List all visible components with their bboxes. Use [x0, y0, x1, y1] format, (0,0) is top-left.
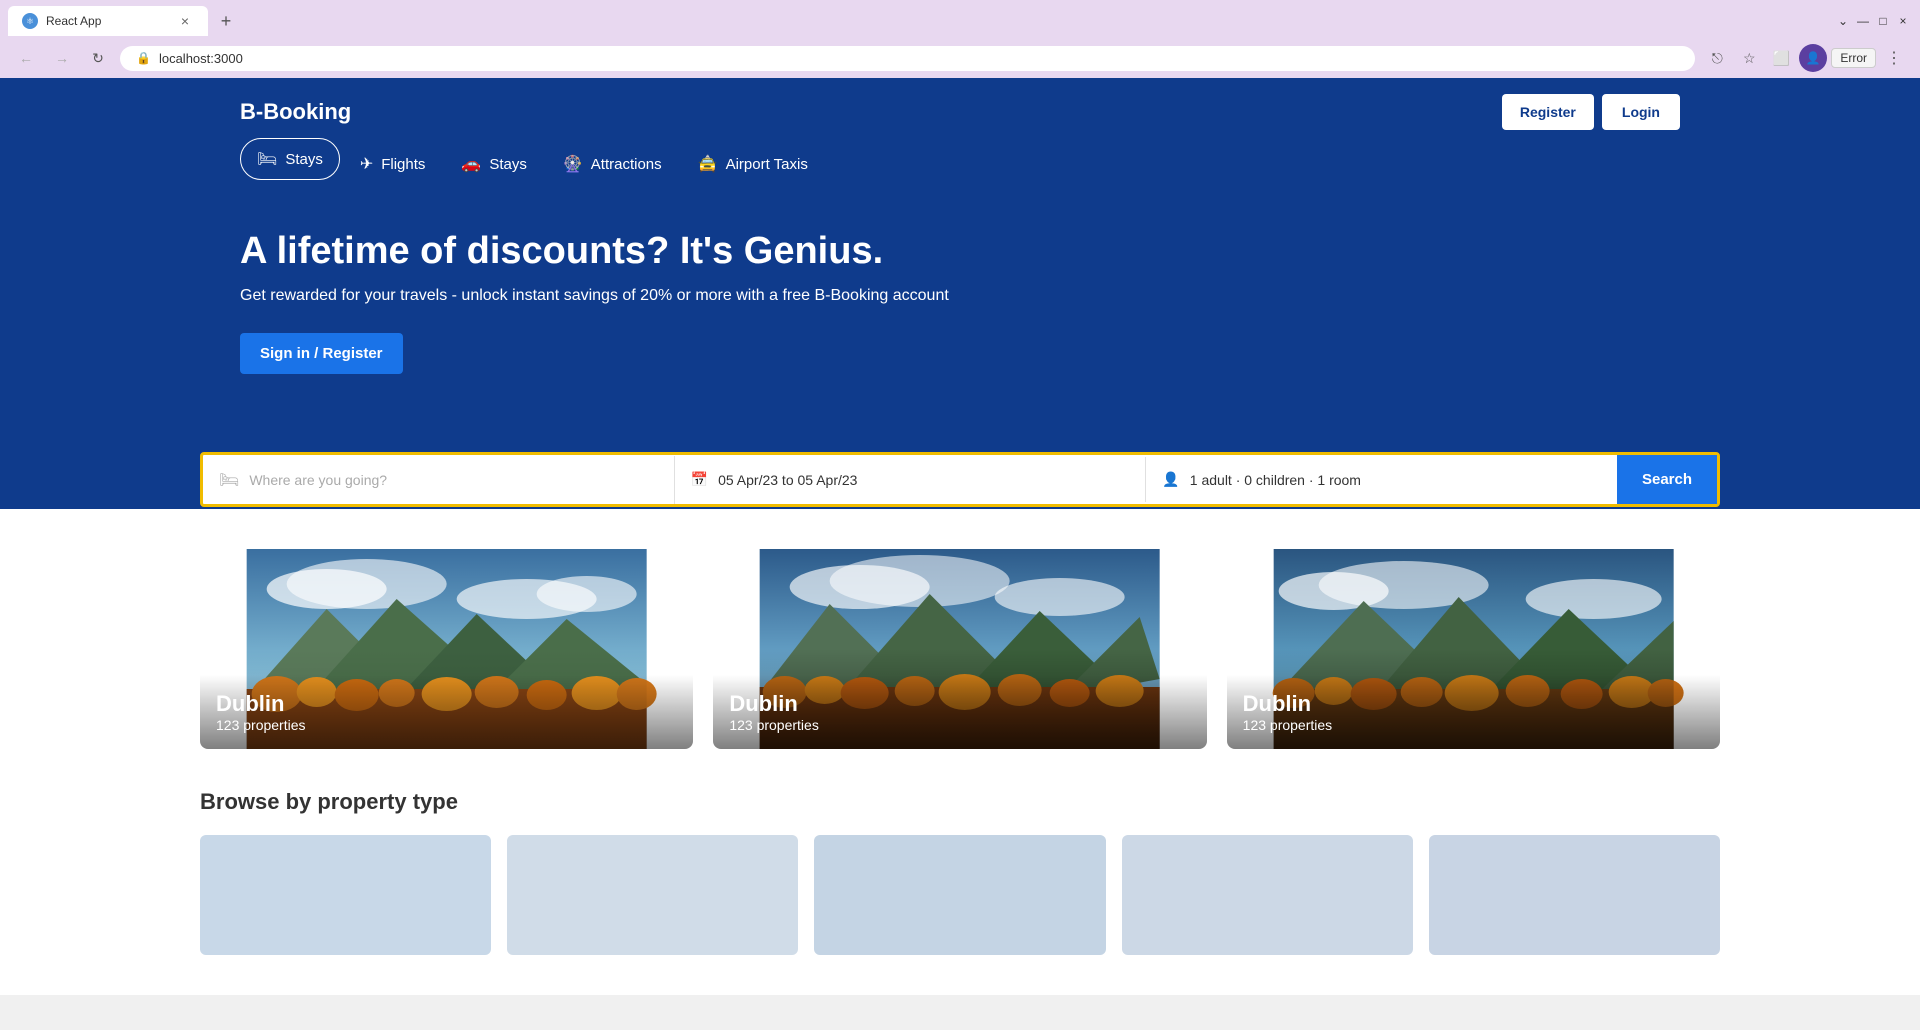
nav-item-flights[interactable]: ✈ Flights [344, 138, 442, 190]
refresh-button[interactable]: ↻ [84, 44, 112, 72]
browse-title: Browse by property type [200, 789, 1720, 815]
window-close-button[interactable]: × [1894, 12, 1912, 30]
window-down-arrow[interactable]: ⌄ [1834, 12, 1852, 30]
property-card-2[interactable]: Dublin 123 properties [1227, 549, 1720, 749]
browser-tab-bar: ⚛ React App × + ⌄ — □ × [0, 0, 1920, 38]
extensions-icon[interactable]: ⬜ [1767, 44, 1795, 72]
property-overlay-0: Dublin 123 properties [200, 675, 693, 749]
property-overlay-1: Dublin 123 properties [713, 675, 1206, 749]
back-button[interactable]: ← [12, 44, 40, 72]
browse-section: Browse by property type [200, 789, 1720, 955]
search-container: 🛏 Where are you going? 📅 05 Apr/23 to 05… [0, 454, 1920, 509]
forward-button[interactable]: → [48, 44, 76, 72]
guests-field[interactable]: 👤 1 adult · 0 children · 1 room [1146, 457, 1617, 502]
city-name-0: Dublin [216, 691, 677, 717]
city-name-1: Dublin [729, 691, 1190, 717]
nav-flights-label: Flights [381, 156, 425, 173]
nav-item-stays[interactable]: 🛏 Stays [240, 138, 340, 180]
property-overlay-2: Dublin 123 properties [1227, 675, 1720, 749]
search-bar: 🛏 Where are you going? 📅 05 Apr/23 to 05… [200, 452, 1720, 507]
window-maximize-button[interactable]: □ [1874, 12, 1892, 30]
browse-card-3[interactable] [814, 835, 1105, 955]
window-controls: ⌄ — □ × [1834, 12, 1912, 30]
more-options-button[interactable]: ⋮ [1880, 44, 1908, 72]
attractions-icon: 🎡 [563, 154, 583, 174]
profile-icon[interactable]: 👤 [1799, 44, 1827, 72]
hero-subtitle: Get rewarded for your travels - unlock i… [240, 287, 1680, 305]
calendar-icon: 📅 [691, 471, 708, 488]
error-badge[interactable]: Error [1831, 48, 1876, 68]
login-button[interactable]: Login [1602, 94, 1680, 130]
browser-chrome: ⚛ React App × + ⌄ — □ × ← → ↻ 🔒 localhos… [0, 0, 1920, 78]
search-button[interactable]: Search [1617, 455, 1717, 504]
nav-attractions-label: Attractions [591, 156, 662, 173]
destination-placeholder: Where are you going? [249, 472, 387, 488]
nav-item-airport-taxis[interactable]: 🚖 Airport Taxis [682, 138, 824, 190]
nav-airport-taxis-label: Airport Taxis [726, 156, 808, 173]
browse-card-4[interactable] [1122, 835, 1413, 955]
browse-card-5[interactable] [1429, 835, 1720, 955]
taxi-icon: 🚖 [698, 154, 718, 174]
property-card-1[interactable]: Dublin 123 properties [713, 549, 1206, 749]
tab-favicon: ⚛ [22, 13, 38, 29]
browse-card-1[interactable] [200, 835, 491, 955]
register-button[interactable]: Register [1502, 94, 1594, 130]
property-count-1: 123 properties [729, 717, 1190, 733]
property-count-0: 123 properties [216, 717, 677, 733]
city-name-2: Dublin [1243, 691, 1704, 717]
flights-icon: ✈ [360, 154, 373, 174]
car-icon: 🚗 [461, 154, 481, 174]
share-icon[interactable]: ⎋ [1703, 44, 1731, 72]
header-top: B-Booking Register Login [240, 78, 1680, 138]
dates-value: 05 Apr/23 to 05 Apr/23 [718, 472, 857, 488]
hero-section: A lifetime of discounts? It's Genius. Ge… [0, 190, 1920, 454]
browser-tab-active[interactable]: ⚛ React App × [8, 6, 208, 36]
nav-item-stays2[interactable]: 🚗 Stays [445, 138, 542, 190]
tab-title: React App [46, 14, 168, 28]
destination-icon: 🛏 [219, 470, 239, 490]
guests-value: 1 adult · 0 children · 1 room [1190, 472, 1361, 488]
browser-address-bar: ← → ↻ 🔒 localhost:3000 ⎋ ☆ ⬜ 👤 Error ⋮ [0, 38, 1920, 78]
nav-stays2-label: Stays [489, 156, 527, 173]
content-area: Dublin 123 properties [0, 509, 1920, 995]
url-lock-icon: 🔒 [136, 51, 151, 65]
new-tab-button[interactable]: + [212, 7, 240, 35]
window-minimize-button[interactable]: — [1854, 12, 1872, 30]
nav-item-attractions[interactable]: 🎡 Attractions [547, 138, 678, 190]
page-content: B-Booking Register Login 🛏 Stays ✈ Fligh… [0, 78, 1920, 995]
signin-register-button[interactable]: Sign in / Register [240, 333, 403, 374]
bookmark-icon[interactable]: ☆ [1735, 44, 1763, 72]
url-bar[interactable]: 🔒 localhost:3000 [120, 46, 1695, 71]
property-count-2: 123 properties [1243, 717, 1704, 733]
person-icon: 👤 [1162, 471, 1179, 488]
destination-field[interactable]: 🛏 Where are you going? [203, 456, 675, 504]
url-text: localhost:3000 [159, 51, 243, 66]
hero-title: A lifetime of discounts? It's Genius. [240, 230, 1680, 273]
header: B-Booking Register Login 🛏 Stays ✈ Fligh… [0, 78, 1920, 190]
browse-card-2[interactable] [507, 835, 798, 955]
nav-stays-label: Stays [285, 151, 323, 168]
stays-icon: 🛏 [257, 149, 277, 169]
brand-logo[interactable]: B-Booking [240, 99, 351, 125]
featured-cities: Dublin 123 properties [200, 549, 1720, 749]
property-card-0[interactable]: Dublin 123 properties [200, 549, 693, 749]
tab-close-button[interactable]: × [176, 12, 194, 30]
browser-toolbar: ⎋ ☆ ⬜ 👤 Error ⋮ [1703, 44, 1908, 72]
dates-field[interactable]: 📅 05 Apr/23 to 05 Apr/23 [675, 457, 1147, 502]
main-nav: 🛏 Stays ✈ Flights 🚗 Stays 🎡 Attractions … [240, 138, 1680, 190]
browse-cards [200, 835, 1720, 955]
header-buttons: Register Login [1502, 94, 1680, 130]
